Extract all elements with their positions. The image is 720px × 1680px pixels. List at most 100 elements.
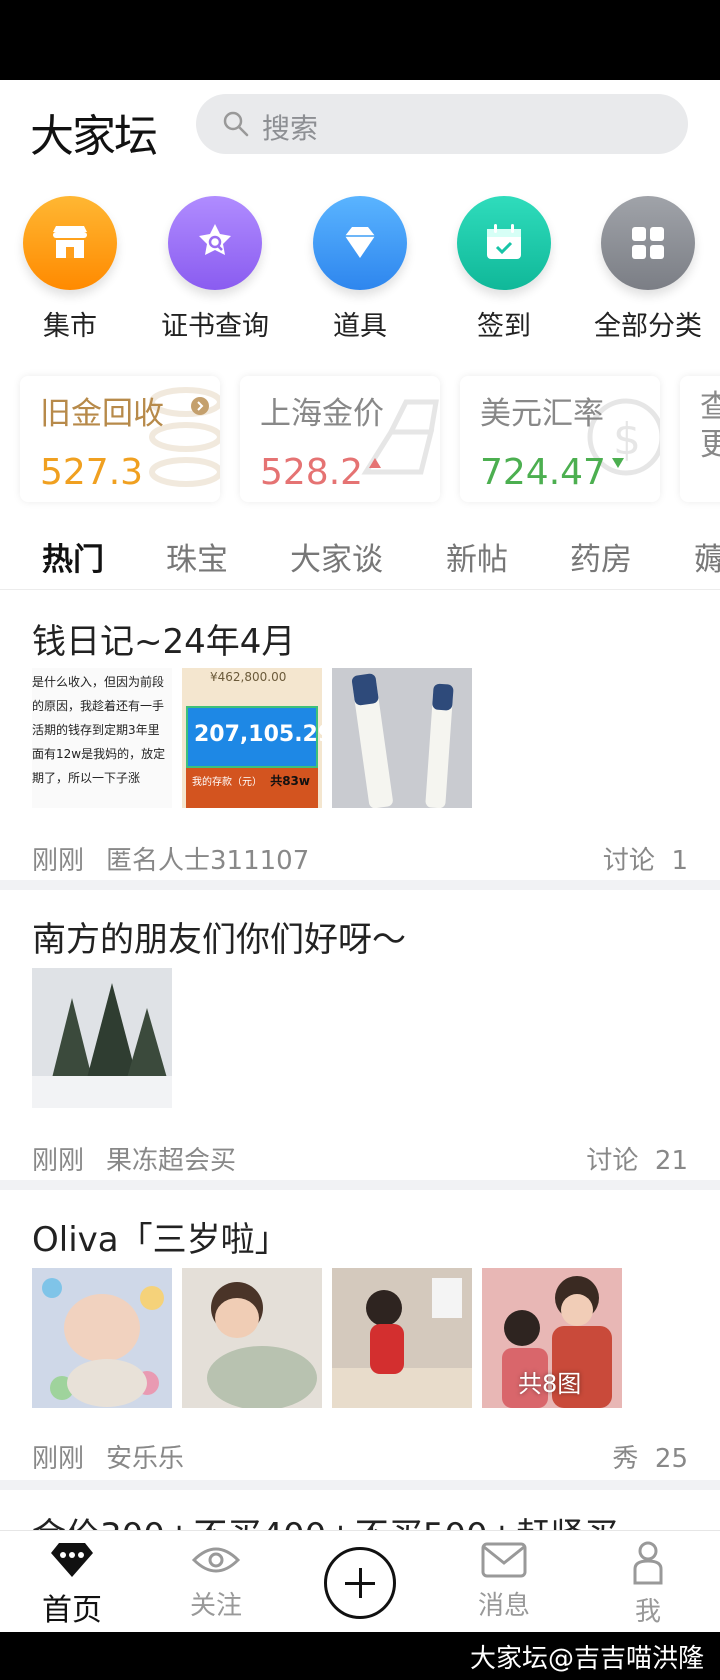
search-placeholder: 搜索 [262,112,319,145]
nav-home[interactable]: 首页 [12,1541,132,1629]
price-value: 528.2 [260,452,383,493]
nav-label: 我 [634,1597,661,1627]
price-title: 美元汇率 [480,396,604,432]
snowy-trees-photo [32,968,172,1108]
chevron-right-circle-icon [191,397,209,415]
quick-link-props[interactable]: 道具 [290,196,430,343]
person-icon [633,1541,663,1585]
watermark: 大家坛@吉吉喵洪隆 [469,1644,704,1674]
tab-hot[interactable]: 热门 [42,534,104,579]
post-image[interactable] [332,1268,472,1408]
price-card-shanghai-gold[interactable]: 上海金价 528.2 [240,376,440,502]
search-bar[interactable]: 搜索 [196,94,688,154]
app-logo: 大家坛 [30,111,158,162]
price-card-more[interactable]: 查更 [680,376,720,502]
quick-link-label: 全部分类 [594,311,702,342]
post-item[interactable]: Oliva「三岁啦」 共8图 刚刚 安乐乐 秀 25 [0,1190,720,1480]
create-post-button[interactable] [324,1547,396,1619]
post-time: 刚刚 [32,1444,85,1474]
stat-value: 21 [654,1146,688,1176]
image-text: 是什么收入，但因为前段的原因，我趁着还有一手活期的钱存到定期3年里面有12w是我… [32,675,166,785]
stat-label: 讨论 [586,1146,639,1176]
post-time: 刚刚 [32,846,85,876]
nav-label: 关注 [189,1591,242,1621]
more-images-count: 共8图 [518,1370,582,1398]
post-title: 金价300+不买400+不买500+赶紧买 [32,1508,618,1530]
quick-link-all-categories[interactable]: 全部分类 [578,196,718,343]
app-page: 大家坛 搜索 集市 证书查询 道具 签到 全部分类 旧金回收 527.3 上海金… [0,0,720,1680]
price-card-gold-recycle[interactable]: 旧金回收 527.3 [20,376,220,502]
stat-label: 讨论 [602,846,655,876]
post-image[interactable] [32,968,172,1108]
post-author[interactable]: 匿名人士311107 [106,846,309,876]
divider [0,1180,720,1190]
tab-new-posts[interactable]: 新帖 [446,534,508,579]
price-value: 527.3 [40,452,144,493]
quick-link-label: 证书查询 [161,311,269,342]
post-images: 共8图 [32,1268,622,1408]
nav-follow[interactable]: 关注 [156,1541,276,1622]
eye-icon [191,1547,241,1573]
post-title: Oliva「三岁啦」 [32,1220,289,1260]
post-images [32,968,172,1108]
header: 大家坛 搜索 [0,80,720,180]
quick-link-certificate[interactable]: 证书查询 [145,196,285,343]
toddler-photo [332,1268,472,1408]
post-image[interactable] [332,668,472,808]
certificate-search-icon [199,224,231,255]
calendar-check-icon [487,224,521,259]
quick-link-checkin[interactable]: 签到 [434,196,574,343]
quick-link-label: 道具 [333,311,387,342]
post-item[interactable]: 钱日记~24年4月 是什么收入，但因为前段的原因，我趁着还有一手活期的钱存到定期… [0,590,720,880]
post-stat: 讨论 1 [603,840,688,877]
mail-icon [481,1542,527,1578]
quick-link-label: 签到 [477,311,531,342]
stat-value: 1 [671,846,688,876]
post-image[interactable] [182,1268,322,1408]
stat-value: 25 [654,1444,688,1474]
post-image[interactable]: 共8图 [482,1268,622,1408]
post-image[interactable]: 是什么收入，但因为前段的原因，我趁着还有一手活期的钱存到定期3年里面有12w是我… [32,668,172,808]
image-text: ¥462,800.00 [210,670,287,684]
post-title: 南方的朋友们你们好呀～ [32,920,406,960]
quick-link-market[interactable]: 集市 [0,196,140,343]
post-stat: 秀 25 [612,1438,688,1475]
home-diamond-icon [51,1543,93,1577]
post-image[interactable]: ¥462,800.00 207,105.29 我的存款（元） 共83w [182,668,322,808]
image-text: 共83w [270,774,310,788]
tab-bargain[interactable]: 薅 [694,534,720,579]
pens-photo [351,673,454,808]
status-bar [0,0,720,80]
post-title: 钱日记~24年4月 [32,622,296,662]
nav-messages[interactable]: 消息 [444,1541,564,1622]
price-cards: 旧金回收 527.3 上海金价 528.2 $ 美元汇率 724.47 查更 [0,376,720,506]
category-tabs: 热门 珠宝 大家谈 新帖 药房 薅 [0,516,720,590]
post-item[interactable]: 南方的朋友们你们好呀～ 刚刚 果冻超会买 讨论 21 [0,890,720,1180]
tab-pharmacy[interactable]: 药房 [570,534,632,579]
post-time: 刚刚 [32,1146,85,1176]
arrow-down-icon [611,458,624,468]
divider [0,880,720,890]
post-item[interactable]: 金价300+不买400+不买500+赶紧买 [0,1490,720,1530]
nav-me[interactable]: 我 [588,1541,708,1628]
tab-discussion[interactable]: 大家谈 [290,534,383,579]
search-icon [223,111,249,137]
post-meta: 刚刚 匿名人士311107 [32,840,331,877]
price-title: 查更 [700,389,720,463]
post-image[interactable] [32,1268,172,1408]
post-meta: 刚刚 果冻超会买 [32,1140,258,1177]
price-card-usd-rate[interactable]: $ 美元汇率 724.47 [460,376,660,502]
price-value: 724.47 [480,452,626,493]
child-photo [182,1268,322,1408]
stat-label: 秀 [612,1444,639,1474]
post-author[interactable]: 安乐乐 [106,1444,184,1474]
divider [0,1480,720,1490]
image-text: 207,105.29 [194,722,322,747]
post-author[interactable]: 果冻超会买 [106,1146,236,1176]
store-icon [53,226,87,258]
post-meta: 刚刚 安乐乐 [32,1438,206,1475]
tab-jewelry[interactable]: 珠宝 [166,534,228,579]
price-title: 上海金价 [260,396,384,432]
price-title: 旧金回收 [40,396,164,432]
quick-links: 集市 证书查询 道具 签到 全部分类 [0,196,720,346]
